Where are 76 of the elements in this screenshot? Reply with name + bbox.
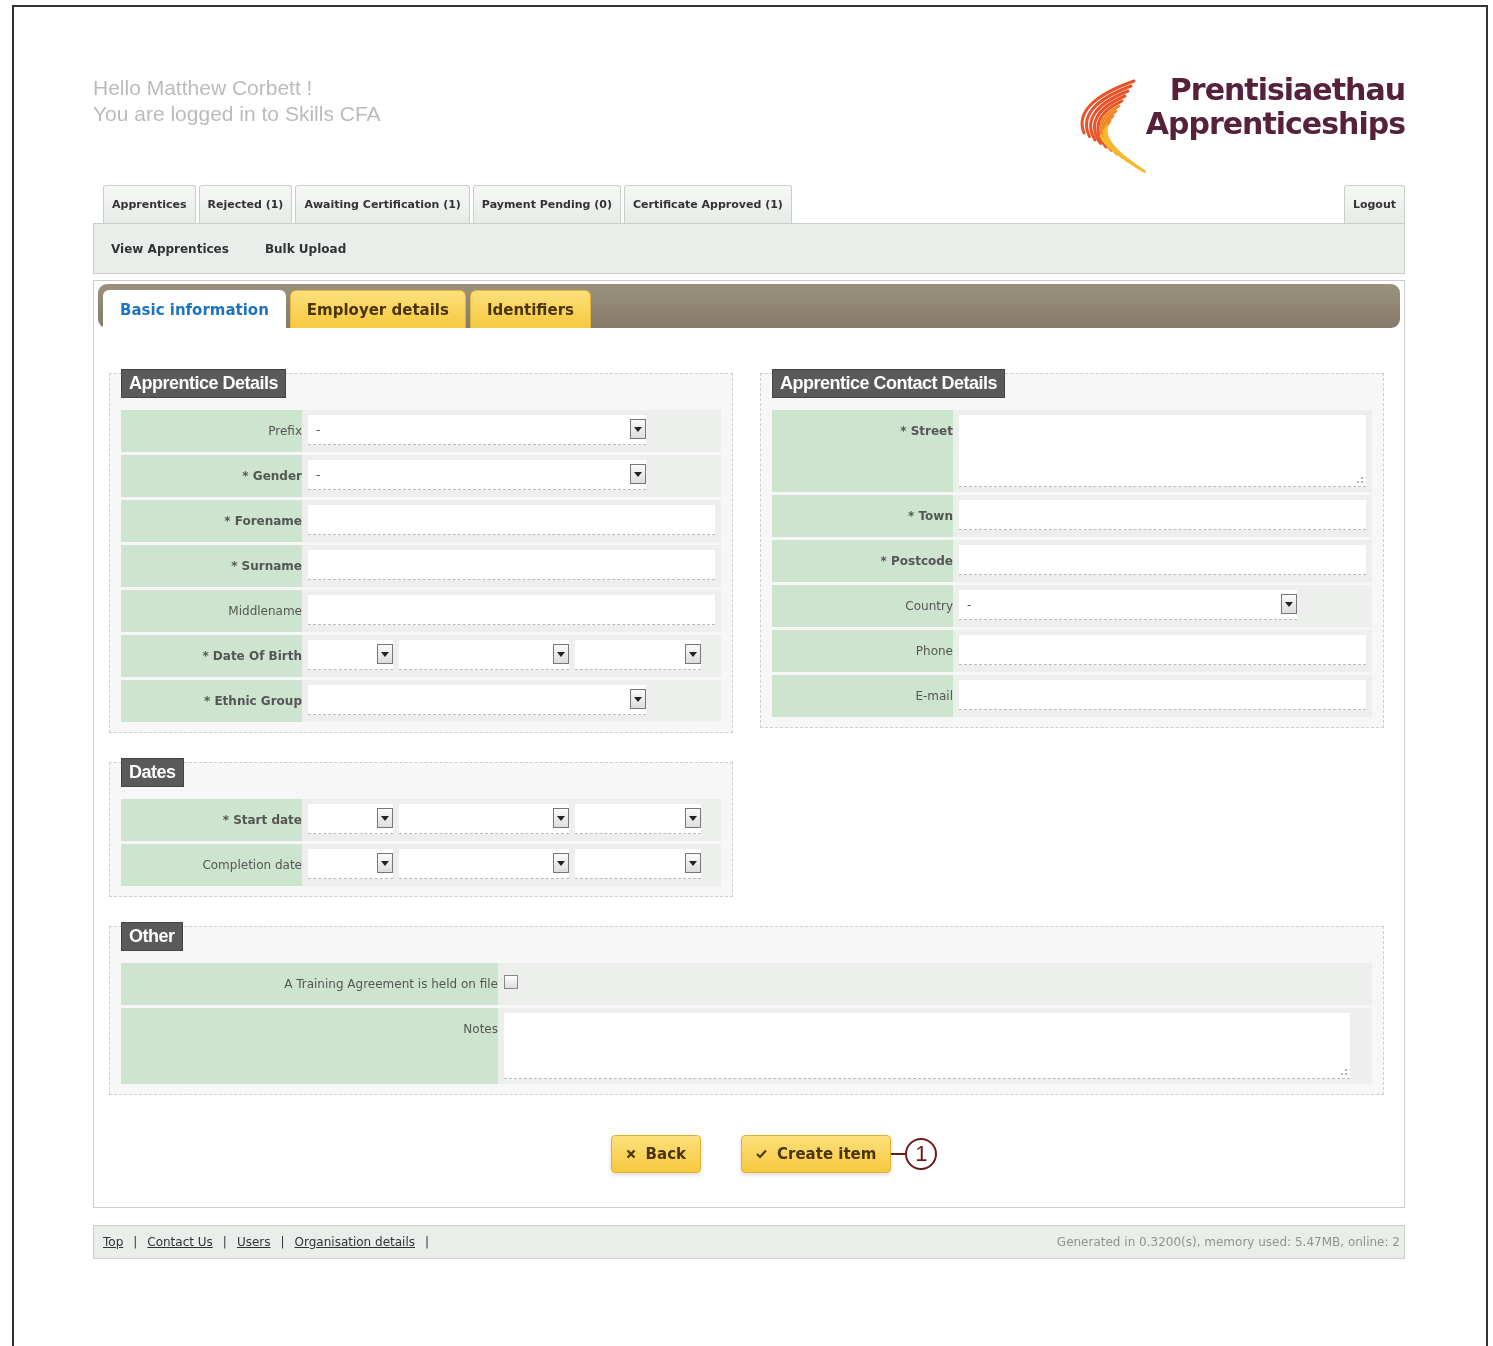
- text-area[interactable]: [504, 1013, 1350, 1079]
- select-field[interactable]: [308, 849, 393, 879]
- back-button[interactable]: Back: [610, 1135, 701, 1173]
- field-label: * Gender: [121, 455, 302, 497]
- select-field[interactable]: [575, 640, 701, 670]
- greeting-text: Hello Matthew Corbett !: [93, 75, 314, 101]
- field-label: * Date Of Birth: [121, 635, 302, 677]
- status-text: Generated in 0.3200(s), memory used: 5.47MB, online: 2: [1056, 1235, 1400, 1249]
- separator-text: |: [280, 1235, 285, 1249]
- text-area[interactable]: [959, 415, 1366, 487]
- create-button[interactable]: Create item: [741, 1135, 892, 1173]
- footer-link[interactable]: Top: [103, 1235, 124, 1249]
- sub-nav-link[interactable]: View Apprentices: [111, 241, 229, 256]
- form-tab[interactable]: Basic information: [103, 290, 286, 328]
- select-field[interactable]: [399, 849, 569, 879]
- select-field[interactable]: [308, 685, 646, 715]
- field-label: * Forename: [121, 500, 302, 542]
- logo-text: Prentisiaethau: [1168, 73, 1405, 107]
- section-heading: Dates: [121, 758, 184, 787]
- text-field[interactable]: [308, 595, 715, 625]
- text-field[interactable]: [959, 500, 1366, 530]
- nav-tab[interactable]: Payment Pending (0): [472, 185, 621, 223]
- field-label: Middlename: [121, 590, 302, 632]
- field-label: * Postcode: [772, 540, 953, 582]
- field-label: * Start date: [121, 799, 302, 841]
- checkbox[interactable]: [504, 975, 518, 989]
- section-heading: Apprentice Contact Details: [772, 369, 1006, 398]
- callout-number: 1: [905, 1138, 938, 1170]
- greeting-text: You are logged in to Skills CFA: [93, 101, 381, 127]
- form-tab[interactable]: Employer details: [289, 290, 466, 328]
- nav-tab[interactable]: Rejected (1): [198, 185, 293, 223]
- separator-text: |: [425, 1235, 430, 1249]
- select-field[interactable]: [308, 640, 393, 670]
- field-label: Completion date: [121, 844, 302, 886]
- footer-link[interactable]: Organisation details: [294, 1235, 415, 1249]
- select-field[interactable]: [575, 849, 701, 879]
- field-label: Prefix: [121, 410, 302, 452]
- text-field[interactable]: [308, 505, 715, 535]
- field-label: * Surname: [121, 545, 302, 587]
- sub-nav-link[interactable]: Bulk Upload: [264, 241, 347, 256]
- logout-tab[interactable]: Logout: [1343, 185, 1405, 223]
- separator-text: |: [222, 1235, 227, 1249]
- text-field[interactable]: [959, 545, 1366, 575]
- section-heading: Other: [121, 922, 183, 951]
- field-label: * Street: [772, 410, 953, 492]
- select-field[interactable]: -: [308, 415, 646, 445]
- nav-tab[interactable]: Awaiting Certification (1): [295, 185, 470, 223]
- text-field[interactable]: [308, 550, 715, 580]
- logo-text: Apprenticeships: [1145, 107, 1405, 141]
- field-label: Notes: [121, 1008, 498, 1084]
- footer-link[interactable]: Users: [236, 1235, 271, 1249]
- select-field[interactable]: [575, 804, 701, 834]
- resize-grip-icon[interactable]: [1354, 474, 1364, 484]
- select-field[interactable]: -: [308, 460, 646, 490]
- field-label: Phone: [772, 630, 953, 672]
- text-field[interactable]: [959, 635, 1366, 665]
- select-field[interactable]: -: [959, 590, 1297, 620]
- footer-link[interactable]: Contact Us: [147, 1235, 213, 1249]
- close-icon: [625, 1149, 636, 1159]
- field-label: A Training Agreement is held on file: [121, 963, 498, 1005]
- separator-text: |: [133, 1235, 138, 1249]
- field-label: * Ethnic Group: [121, 680, 302, 722]
- text-field[interactable]: [959, 680, 1366, 710]
- form-tab[interactable]: Identifiers: [469, 290, 591, 328]
- select-field[interactable]: [308, 804, 393, 834]
- select-field[interactable]: [399, 804, 569, 834]
- field-label: * Town: [772, 495, 953, 537]
- checkmark-icon: [756, 1149, 767, 1159]
- leader-line: [891, 1153, 906, 1155]
- nav-tab[interactable]: Certificate Approved (1): [623, 185, 792, 223]
- field-label: Country: [772, 585, 953, 627]
- section-heading: Apprentice Details: [121, 369, 287, 398]
- resize-grip-icon[interactable]: [1338, 1066, 1348, 1076]
- select-field[interactable]: [399, 640, 569, 670]
- field-label: E-mail: [772, 675, 953, 717]
- nav-tab[interactable]: Apprentices: [103, 185, 196, 223]
